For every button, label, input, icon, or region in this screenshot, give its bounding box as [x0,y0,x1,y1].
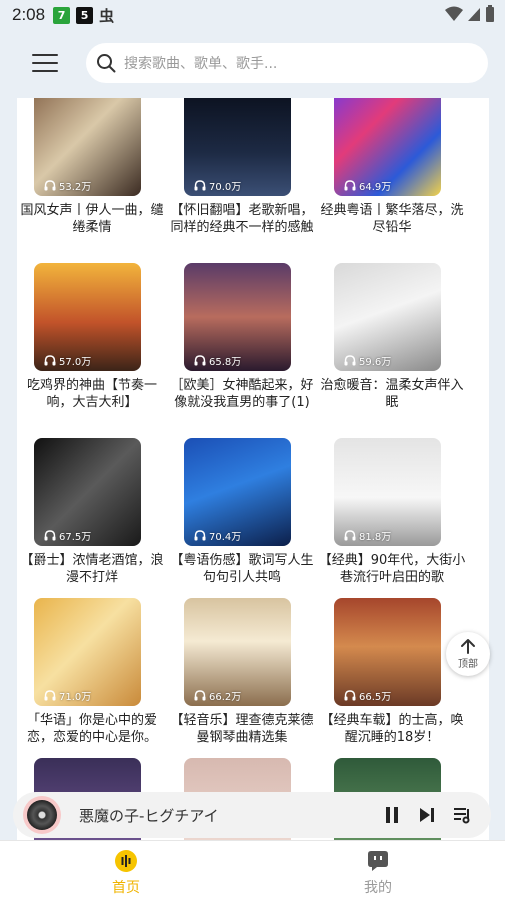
play-count-value: 70.4万 [209,532,242,543]
bug-notification-icon: 虫 [99,6,115,25]
next-track-icon[interactable] [418,805,436,825]
headphones-icon [344,530,356,541]
signal-icon [468,8,480,21]
wifi-icon [445,6,463,21]
status-bar: 2:08 7 5 虫 [0,0,505,30]
playlist-title[interactable]: 国风女声丨伊人一曲，缱绻柔情 [17,202,167,236]
play-count: 81.8万 [344,528,391,543]
play-count: 64.9万 [344,178,391,193]
arrow-up-icon [461,639,475,654]
playlist-cover[interactable]: 64.9万 [334,98,441,196]
play-count: 53.2万 [44,178,91,193]
playlist-cover[interactable]: 57.0万 [34,263,141,371]
playlist-title[interactable]: 【粤语伤感】歌词写人生 句句引人共鸣 [167,552,317,586]
pause-icon[interactable] [383,805,401,825]
home-tab-icon [115,850,137,872]
tab-home-label: 首页 [112,880,140,896]
play-count-value: 53.2万 [59,182,92,193]
headphones-icon [344,180,356,191]
status-time: 2:08 [12,5,46,24]
menu-line [32,62,58,64]
menu-button[interactable] [30,50,60,76]
album-cover [27,800,57,830]
play-count: 59.6万 [344,353,391,368]
playlist-cover[interactable]: 70.4万 [184,438,291,546]
play-count-value: 71.0万 [59,692,92,703]
battery-icon [486,5,494,22]
search-icon [97,54,116,73]
playlist-title[interactable]: 经典粤语丨繁华落尽，洗尽铅华 [317,202,467,236]
headphones-icon [194,355,206,366]
search-input[interactable]: 搜索歌曲、歌单、歌手... [86,43,488,83]
play-count-value: 64.9万 [359,182,392,193]
playlist-cover[interactable]: 67.5万 [34,438,141,546]
headphones-icon [194,180,206,191]
tab-mine[interactable]: 我的 [338,849,418,897]
headphones-icon [194,530,206,541]
play-count: 67.5万 [44,528,91,543]
headphones-icon [44,690,56,701]
playlist-title[interactable]: 【怀旧翻唱】老歌新唱，同样的经典不一样的感触 [167,202,317,236]
playlist-cover[interactable]: 59.6万 [334,263,441,371]
playlist-cover[interactable]: 81.8万 [334,438,441,546]
play-count-value: 70.0万 [209,182,242,193]
app-notification-icon: 7 [53,6,71,24]
play-count-value: 59.6万 [359,357,392,368]
headphones-icon [44,180,56,191]
play-count: 71.0万 [44,688,91,703]
play-count-value: 57.0万 [59,357,92,368]
playlist-cover[interactable]: 53.2万 [34,98,141,196]
play-count-value: 65.8万 [209,357,242,368]
playlist-title[interactable]: 【经典】90年代，大街小巷流行叶启田的歌 [317,552,467,586]
playlist-title[interactable]: 【经典车载】的士高，唤醒沉睡的18岁！ [317,712,467,746]
playlist-title[interactable]: 【轻音乐】理查德克莱德曼钢琴曲精选集 [167,712,317,746]
mine-tab-icon [368,851,388,871]
play-count: 57.0万 [44,353,91,368]
playlist-cover[interactable]: 65.8万 [184,263,291,371]
playlist-title[interactable]: ［欧美］女神酷起来，好像就没我直男的事了(1) [167,377,317,411]
menu-line [32,70,58,72]
playlist-cover[interactable]: 71.0万 [34,598,141,706]
play-count: 66.2万 [194,688,241,703]
playlist-title[interactable]: 【爵士】浓情老酒馆，浪漫不打烊 [17,552,167,586]
play-count: 65.8万 [194,353,241,368]
back-to-top-button[interactable]: 顶部 [446,632,490,676]
headphones-icon [44,530,56,541]
back-to-top-label: 顶部 [458,659,478,670]
now-playing-title: 悪魔の子-ヒグチアイ [79,807,219,825]
mini-player[interactable]: 悪魔の子-ヒグチアイ [13,792,491,838]
menu-line [32,54,58,56]
play-count-value: 67.5万 [59,532,92,543]
playlist-cover[interactable]: 70.0万 [184,98,291,196]
play-count: 70.0万 [194,178,241,193]
headphones-icon [344,355,356,366]
playlist-title[interactable]: 治愈暖音：温柔女声伴入眠 [317,377,467,411]
playlist-title[interactable]: 吃鸡界的神曲【节奏一响，大吉大利】 [17,377,167,411]
headphones-icon [194,690,206,701]
header: 搜索歌曲、歌单、歌手... [0,30,505,98]
tab-home[interactable]: 首页 [86,849,166,897]
music-notification-icon: 5 [76,6,94,24]
playlist-title[interactable]: 「华语」你是心中的爱恋，恋爱的中心是你。 [17,712,167,746]
playlist-cover[interactable]: 66.2万 [184,598,291,706]
playlist-grid: 53.2万国风女声丨伊人一曲，缱绻柔情 70.0万【怀旧翻唱】老歌新唱，同样的经典… [17,98,489,840]
headphones-icon [44,355,56,366]
playlist-cover[interactable]: 66.5万 [334,598,441,706]
tab-mine-label: 我的 [364,880,392,896]
play-count: 66.5万 [344,688,391,703]
play-count-value: 81.8万 [359,532,392,543]
bottom-tab-bar: 首页 我的 [0,840,505,900]
play-count-value: 66.2万 [209,692,242,703]
playlist-queue-icon[interactable] [453,805,473,825]
play-count: 70.4万 [194,528,241,543]
play-count-value: 66.5万 [359,692,392,703]
headphones-icon [344,690,356,701]
search-placeholder: 搜索歌曲、歌单、歌手... [124,56,278,72]
album-disc[interactable] [23,796,61,834]
